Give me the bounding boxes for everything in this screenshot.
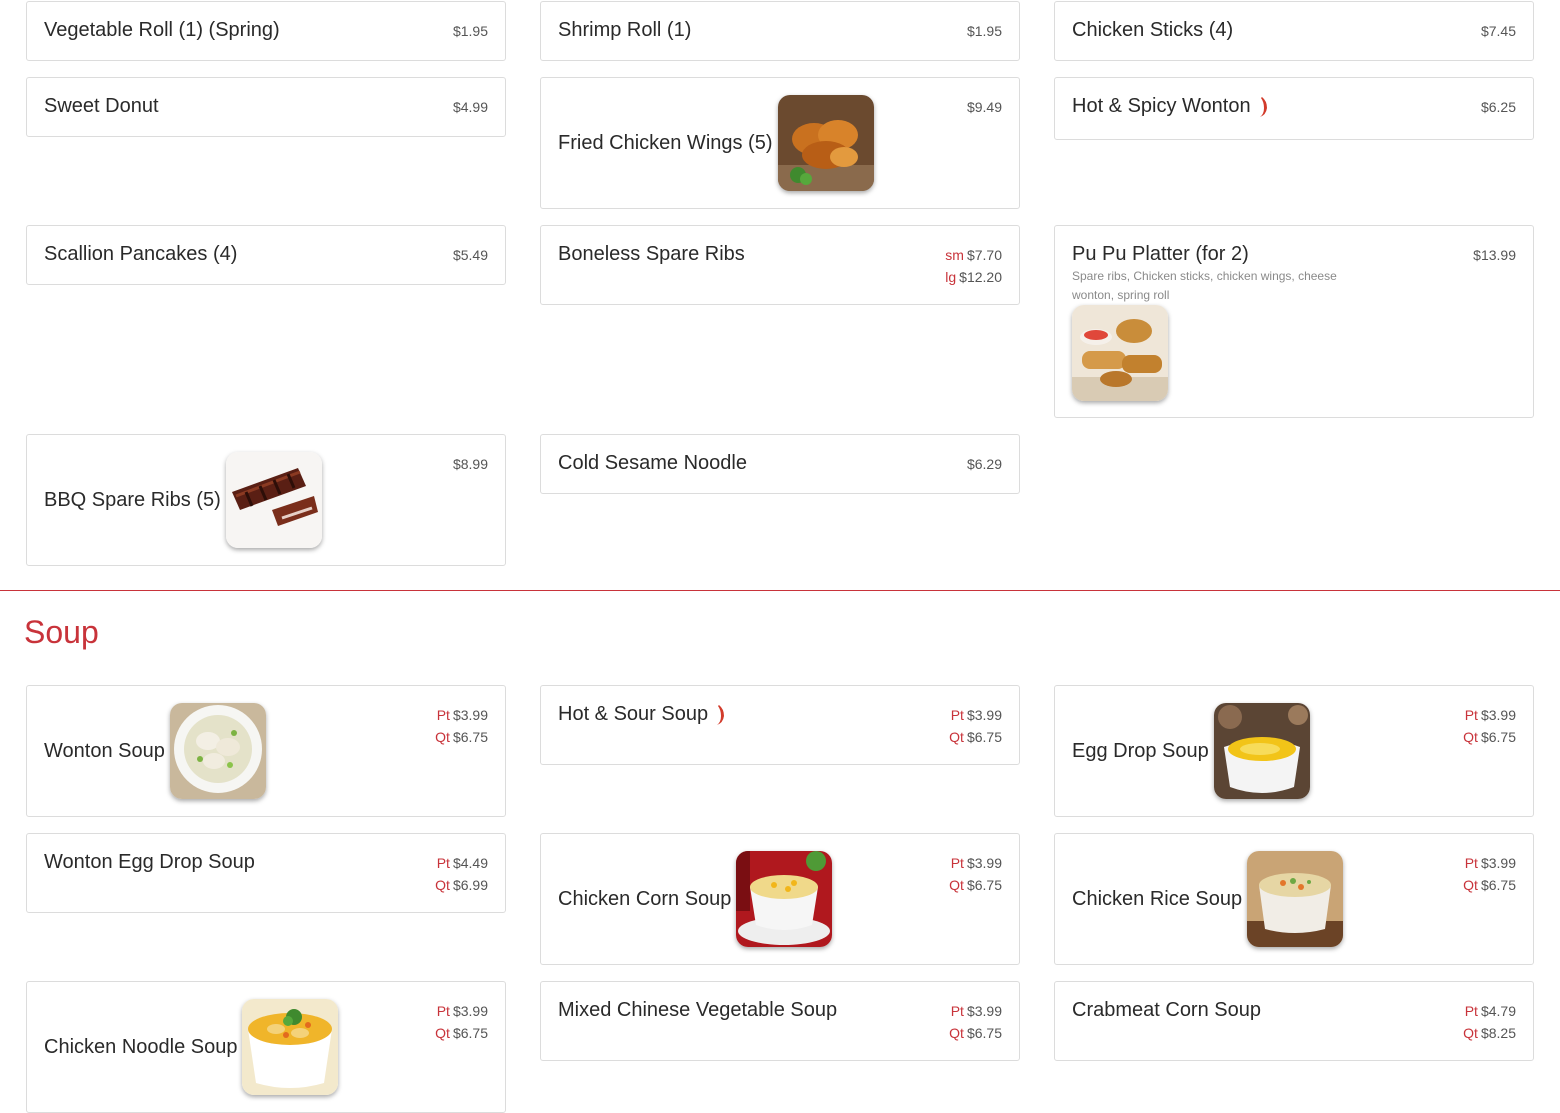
- price-qt: Qt $6.99: [435, 877, 488, 893]
- section-divider: [0, 590, 1560, 591]
- price-qt: Qt $6.75: [949, 877, 1002, 893]
- item-name: BBQ Spare Ribs (5): [44, 488, 221, 511]
- item-prices: Pt $3.99 Qt $6.75: [949, 704, 1002, 748]
- item-name: Hot & Spicy Wonton: [1072, 95, 1251, 117]
- menu-item-sweet-donut[interactable]: Sweet Donut $4.99: [26, 77, 506, 137]
- item-price: $5.49: [452, 247, 488, 263]
- item-name: Hot & Sour Soup: [558, 703, 709, 725]
- price-pt: Pt $3.99: [1464, 855, 1516, 871]
- item-name: Chicken Corn Soup: [558, 887, 732, 910]
- item-price: $6.25: [1480, 99, 1516, 115]
- menu-item-hot-sour-soup[interactable]: Hot & Sour Soup Pt $3.99 Qt $6.75: [540, 685, 1020, 765]
- price-qt: Qt $6.75: [435, 729, 488, 745]
- chicken-corn-soup-photo: [736, 851, 833, 947]
- menu-item-cold-sesame-noodle[interactable]: Cold Sesame Noodle $6.29: [540, 434, 1020, 494]
- pu-pu-platter-photo: [1072, 305, 1168, 401]
- item-name: Vegetable Roll (1) (Spring): [44, 19, 280, 41]
- item-prices: Pt $3.99 Qt $6.75: [949, 852, 1002, 896]
- item-name: Scallion Pancakes (4): [44, 243, 238, 265]
- item-name: Chicken Sticks (4): [1072, 19, 1234, 41]
- menu-item-chicken-corn-soup[interactable]: Chicken Corn Soup Pt $3.99 Qt $6.75: [540, 833, 1020, 965]
- egg-drop-soup-photo: [1213, 703, 1310, 799]
- item-prices: sm $7.70 lg $12.20: [945, 244, 1002, 288]
- price-qt: Qt $8.25: [1463, 1025, 1516, 1041]
- chicken-noodle-soup-photo: [242, 999, 339, 1095]
- price-sm: sm $7.70: [945, 247, 1002, 263]
- price-pt: Pt $3.99: [1464, 707, 1516, 723]
- menu-item-scallion-pancakes[interactable]: Scallion Pancakes (4) $5.49: [26, 225, 506, 285]
- menu-item-chicken-sticks[interactable]: Chicken Sticks (4) $7.45: [1054, 1, 1534, 61]
- price-qt: Qt $6.75: [1463, 877, 1516, 893]
- price-qt: Qt $6.75: [949, 729, 1002, 745]
- price-qt: Qt $6.75: [1463, 729, 1516, 745]
- item-price: $13.99: [1473, 247, 1516, 263]
- item-prices: Pt $3.99 Qt $6.75: [1463, 704, 1516, 748]
- menu-item-chicken-rice-soup[interactable]: Chicken Rice Soup Pt $3.99 Qt $6.75: [1054, 833, 1534, 965]
- menu-item-shrimp-roll[interactable]: Shrimp Roll (1) $1.95: [540, 1, 1020, 61]
- price-qt: Qt $6.75: [949, 1025, 1002, 1041]
- price-pt: Pt $3.99: [436, 707, 488, 723]
- item-name: Boneless Spare Ribs: [558, 243, 745, 265]
- item-prices: Pt $3.99 Qt $6.75: [949, 1000, 1002, 1044]
- menu-item-egg-drop-soup[interactable]: Egg Drop Soup Pt $3.99 Qt $6.75: [1054, 685, 1534, 817]
- item-name: Pu Pu Platter (for 2): [1072, 243, 1249, 265]
- menu-item-fried-chicken-wings[interactable]: Fried Chicken Wings (5) $9.49: [540, 77, 1020, 209]
- price-pt: Pt $4.49: [436, 855, 488, 871]
- price-pt: Pt $3.99: [950, 855, 1002, 871]
- item-name: Wonton Soup: [44, 739, 165, 762]
- menu-item-bbq-spare-ribs[interactable]: BBQ Spare Ribs (5) $8.99: [26, 434, 506, 566]
- price-pt: Pt $3.99: [950, 707, 1002, 723]
- item-name: Mixed Chinese Vegetable Soup: [558, 999, 838, 1021]
- menu-item-crabmeat-corn-soup[interactable]: Crabmeat Corn Soup Pt $4.79 Qt $8.25: [1054, 981, 1534, 1061]
- menu-item-wonton-egg-drop-soup[interactable]: Wonton Egg Drop Soup Pt $4.49 Qt $6.99: [26, 833, 506, 913]
- item-name: Shrimp Roll (1): [558, 19, 692, 41]
- item-prices: Pt $3.99 Qt $6.75: [1463, 852, 1516, 896]
- item-price: $1.95: [452, 23, 488, 39]
- item-prices: Pt $3.99 Qt $6.75: [435, 704, 488, 748]
- chili-pepper-icon: [1258, 96, 1268, 118]
- menu-item-mixed-chinese-vegetable-soup[interactable]: Mixed Chinese Vegetable Soup Pt $3.99 Qt $…: [540, 981, 1020, 1061]
- chicken-rice-soup-photo: [1247, 851, 1344, 947]
- menu-item-vegetable-roll[interactable]: Vegetable Roll (1) (Spring) $1.95: [26, 1, 506, 61]
- item-price: $9.49: [966, 99, 1002, 115]
- item-price: $7.45: [1480, 23, 1516, 39]
- menu-item-wonton-soup[interactable]: Wonton Soup Pt $3.99 Qt $6.75: [26, 685, 506, 817]
- item-prices: Pt $4.79 Qt $8.25: [1463, 1000, 1516, 1044]
- price-lg: lg $12.20: [945, 269, 1002, 285]
- menu-item-boneless-spare-ribs[interactable]: Boneless Spare Ribs sm $7.70 lg $12.20: [540, 225, 1020, 305]
- item-name: Chicken Rice Soup: [1072, 887, 1243, 910]
- price-pt: Pt $4.79: [1464, 1003, 1516, 1019]
- item-description: Spare ribs, Chicken sticks, chicken wing…: [1072, 269, 1337, 302]
- price-qt: Qt $6.75: [435, 1025, 488, 1041]
- item-prices: Pt $4.49 Qt $6.99: [435, 852, 488, 896]
- menu-item-hot-spicy-wonton[interactable]: Hot & Spicy Wonton $6.25: [1054, 77, 1534, 140]
- price-pt: Pt $3.99: [950, 1003, 1002, 1019]
- item-name: Fried Chicken Wings (5): [558, 131, 773, 154]
- fried-chicken-wings-photo: [777, 95, 874, 191]
- chili-pepper-icon: [715, 704, 725, 726]
- bbq-spare-ribs-photo: [225, 452, 322, 548]
- item-price: $1.95: [966, 23, 1002, 39]
- item-price: $6.29: [966, 456, 1002, 472]
- item-name: Cold Sesame Noodle: [558, 452, 747, 474]
- section-title-soup: Soup: [24, 614, 99, 650]
- menu-item-pu-pu-platter[interactable]: Pu Pu Platter (for 2) Spare ribs, Chicke…: [1054, 225, 1534, 418]
- item-price: $4.99: [452, 99, 488, 115]
- item-price: $8.99: [452, 456, 488, 472]
- menu-item-chicken-noodle-soup[interactable]: Chicken Noodle Soup Pt $3.99 Qt $6.75: [26, 981, 506, 1113]
- item-name: Wonton Egg Drop Soup: [44, 851, 255, 873]
- item-prices: Pt $3.99 Qt $6.75: [435, 1000, 488, 1044]
- item-name: Crabmeat Corn Soup: [1072, 999, 1261, 1021]
- item-name: Sweet Donut: [44, 95, 159, 117]
- item-name: Egg Drop Soup: [1072, 739, 1209, 762]
- wonton-soup-photo: [169, 703, 266, 799]
- price-pt: Pt $3.99: [436, 1003, 488, 1019]
- item-name: Chicken Noodle Soup: [44, 1035, 238, 1058]
